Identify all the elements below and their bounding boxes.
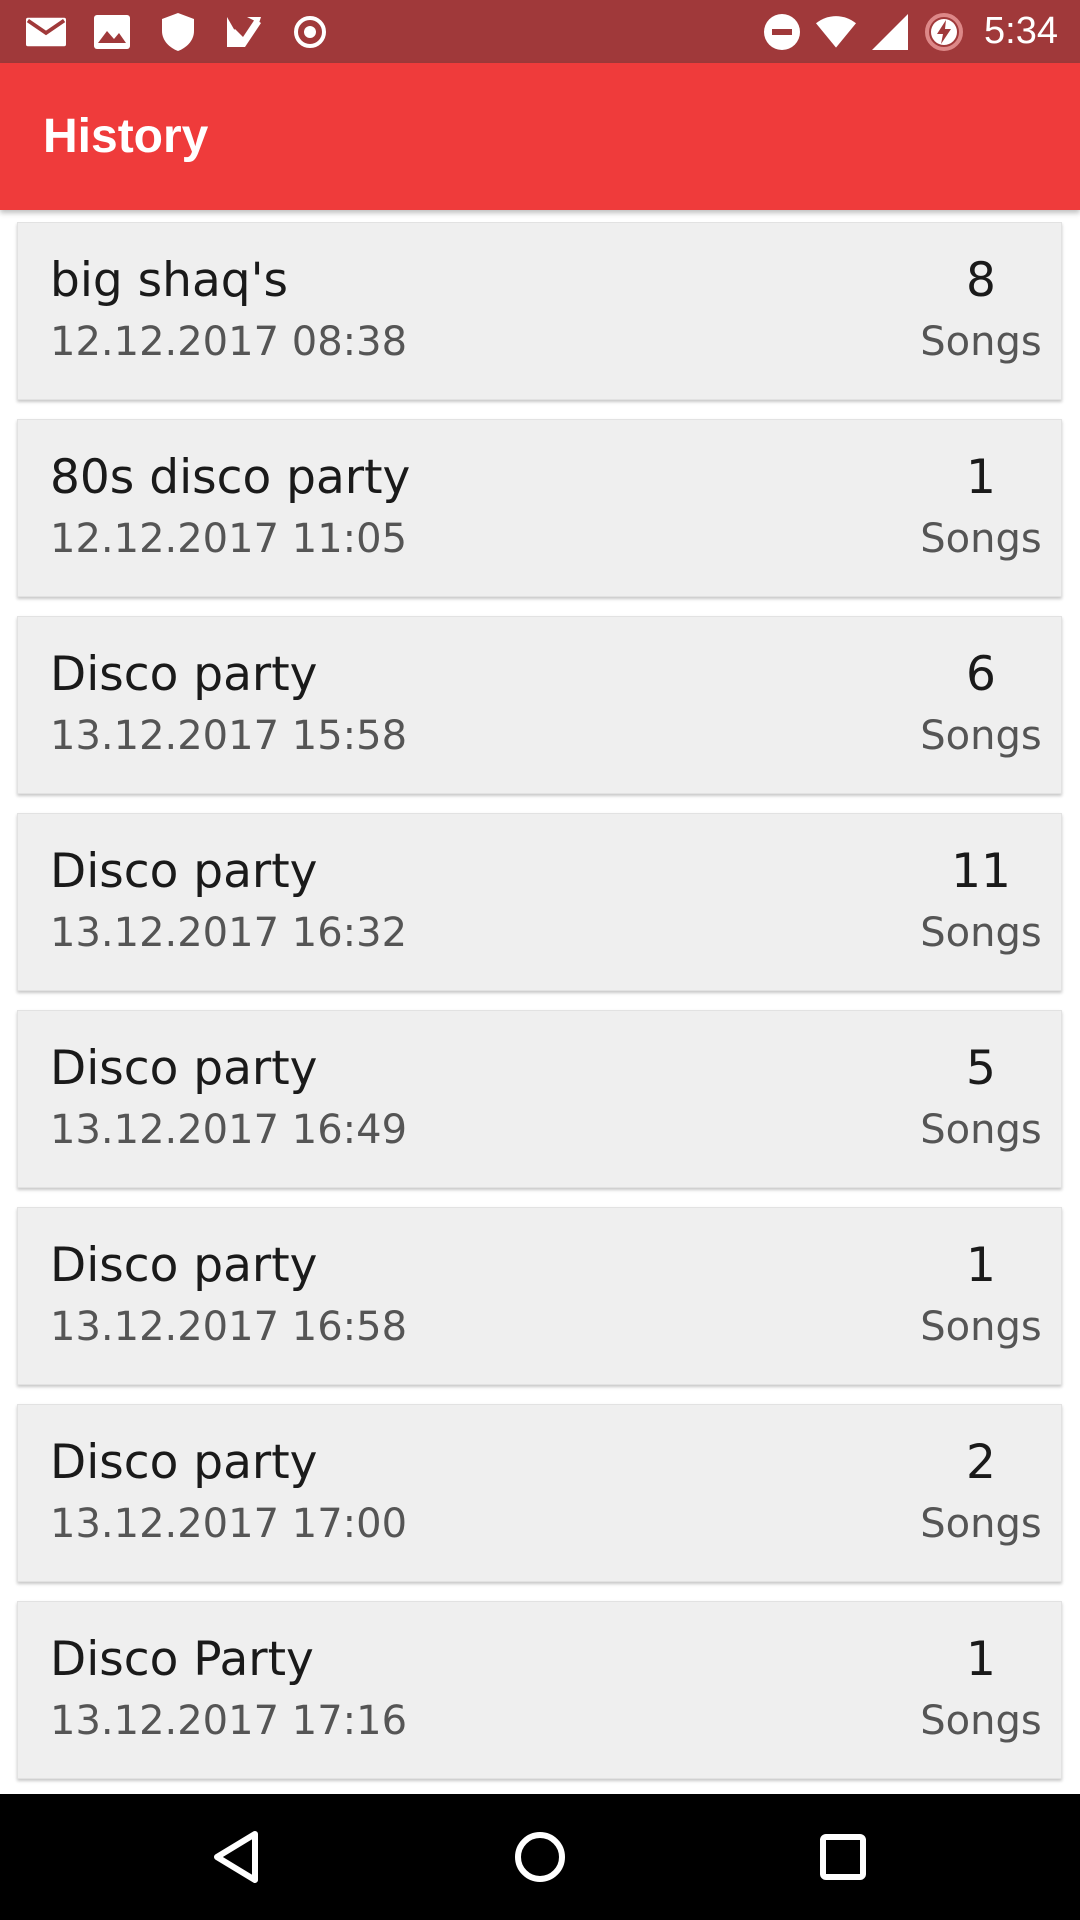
history-item[interactable]: Disco party 13.12.2017 17:00 2 Songs [17,1404,1062,1582]
history-item-title: big shaq's [50,253,288,308]
mail-icon [26,12,66,52]
history-item[interactable]: 80s disco party 12.12.2017 11:05 1 Songs [17,419,1062,597]
history-item-song-count: 2 [966,1435,996,1490]
history-item-date: 13.12.2017 16:58 [50,1304,408,1350]
history-item-title: Disco party [50,647,318,702]
history-item-title: 80s disco party [50,450,411,505]
history-item-songs-label: Songs [920,1107,1042,1153]
history-item-date: 13.12.2017 17:16 [50,1698,408,1744]
navigation-bar [0,1794,1080,1920]
history-item-songs-label: Songs [920,516,1042,562]
history-item-date: 13.12.2017 16:32 [50,910,408,956]
history-item-title: Disco party [50,1238,318,1293]
history-item-songs-label: Songs [920,1698,1042,1744]
history-item-song-count: 5 [966,1041,996,1096]
history-item-song-count: 11 [951,844,1011,899]
do-not-disturb-icon [762,12,802,52]
history-item-song-count: 1 [966,1238,996,1293]
recents-button[interactable] [813,1827,873,1887]
status-bar: 5:34 [0,0,1080,63]
history-item-date: 13.12.2017 15:58 [50,713,408,759]
history-item[interactable]: Disco party 13.12.2017 16:32 11 Songs [17,813,1062,991]
status-time: 5:34 [984,10,1058,52]
history-item-date: 13.12.2017 17:00 [50,1501,408,1547]
shield-icon [158,12,198,52]
history-item-song-count: 1 [966,450,996,505]
back-button[interactable] [206,1827,266,1887]
home-button[interactable] [510,1827,570,1887]
history-item-song-count: 1 [966,1632,996,1687]
image-icon [92,12,132,52]
history-item-songs-label: Songs [920,713,1042,759]
recents-icon [820,1834,866,1880]
history-item-songs-label: Songs [920,1304,1042,1350]
history-item[interactable]: Disco Party 13.12.2017 17:16 1 Songs [17,1601,1062,1779]
history-item-date: 13.12.2017 16:49 [50,1107,408,1153]
target-icon [290,12,330,52]
history-item[interactable]: Disco party 13.12.2017 16:49 5 Songs [17,1010,1062,1188]
history-item-songs-label: Songs [920,910,1042,956]
history-item-title: Disco party [50,1041,318,1096]
back-icon [214,1831,258,1883]
history-item-title: Disco party [50,1435,318,1490]
wifi-icon [816,12,857,52]
history-item-title: Disco party [50,844,318,899]
signal-icon [870,12,910,52]
history-item-song-count: 6 [966,647,996,702]
history-item[interactable]: Disco party 13.12.2017 15:58 6 Songs [17,616,1062,794]
history-item-date: 12.12.2017 11:05 [50,516,408,562]
app-bar: History [0,63,1080,210]
history-item[interactable]: Disco party 13.12.2017 16:58 1 Songs [17,1207,1062,1385]
history-item-songs-label: Songs [920,319,1042,365]
history-item-song-count: 8 [966,253,996,308]
history-list[interactable]: big shaq's 12.12.2017 08:38 8 Songs 80s … [0,222,1080,1794]
page-title: History [43,110,209,163]
history-item[interactable]: big shaq's 12.12.2017 08:38 8 Songs [17,222,1062,400]
history-item-date: 12.12.2017 08:38 [50,319,408,365]
battery-charging-icon [924,12,964,52]
checklist-icon [224,12,264,52]
history-item-title: Disco Party [50,1632,314,1687]
history-item-songs-label: Songs [920,1501,1042,1547]
home-icon [515,1832,565,1882]
